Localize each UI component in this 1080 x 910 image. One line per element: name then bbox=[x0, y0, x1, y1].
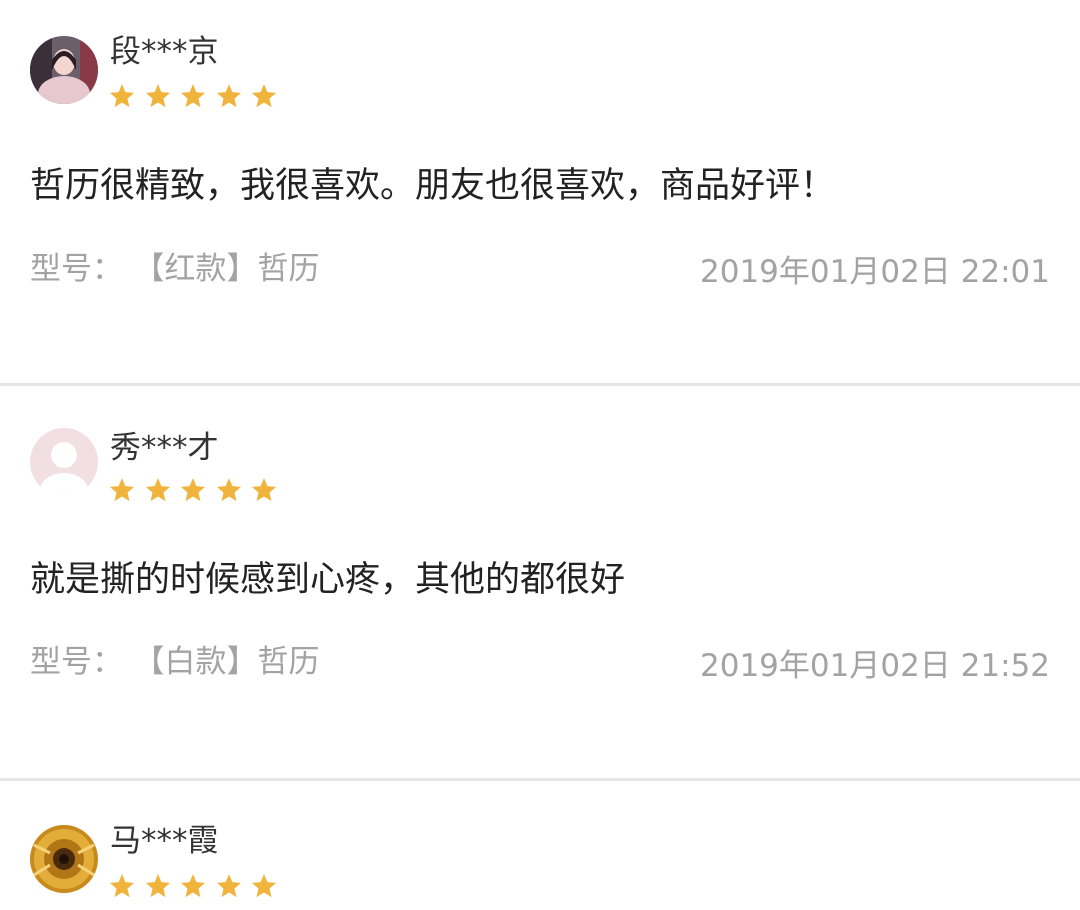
star-icon bbox=[215, 872, 243, 900]
model-value: 【白款】哲历 bbox=[149, 644, 320, 680]
review-content: 就是撕的时候感到心疼，其他的都很好 bbox=[30, 560, 626, 600]
star-icon bbox=[250, 872, 278, 900]
model-value: 【红款】哲历 bbox=[149, 251, 320, 287]
star-icon bbox=[108, 476, 136, 504]
star-icon bbox=[250, 82, 278, 110]
sunflower-photo-avatar-icon bbox=[30, 825, 98, 893]
user-name: 段***京 bbox=[110, 34, 219, 70]
star-icon bbox=[108, 872, 136, 900]
default-user-avatar-icon bbox=[30, 428, 98, 496]
star-icon bbox=[250, 476, 278, 504]
product-model: 型号： 【白款】哲历 bbox=[30, 642, 320, 682]
star-icon bbox=[215, 82, 243, 110]
user-name: 马***霞 bbox=[110, 823, 219, 859]
product-model: 型号： 【红款】哲历 bbox=[30, 249, 320, 289]
star-icon bbox=[144, 872, 172, 900]
user-avatar[interactable] bbox=[30, 36, 98, 104]
user-name: 秀***才 bbox=[110, 430, 219, 466]
star-icon bbox=[144, 476, 172, 504]
star-icon bbox=[179, 476, 207, 504]
star-icon bbox=[215, 476, 243, 504]
star-rating bbox=[108, 82, 286, 114]
star-icon bbox=[179, 872, 207, 900]
user-avatar[interactable] bbox=[30, 428, 98, 496]
model-label: 型号： bbox=[30, 251, 123, 287]
star-icon bbox=[144, 82, 172, 110]
user-avatar[interactable] bbox=[30, 825, 98, 893]
review-item: 马***霞 bbox=[0, 781, 1080, 910]
review-content: 哲历很精致，我很喜欢。朋友也很喜欢，商品好评！ bbox=[30, 166, 836, 206]
review-date: 2019年01月02日 21:52 bbox=[700, 648, 1050, 684]
star-rating bbox=[108, 476, 286, 508]
star-rating bbox=[108, 872, 286, 904]
star-icon bbox=[179, 82, 207, 110]
review-item: 秀***才 就是撕的时候感到心疼，其他的都很好 型号： 【白款】哲历 2019年0… bbox=[0, 386, 1080, 779]
woman-photo-avatar-icon bbox=[30, 36, 98, 104]
review-date: 2019年01月02日 22:01 bbox=[700, 254, 1050, 290]
model-label: 型号： bbox=[30, 644, 123, 680]
review-item: 段***京 哲历很精致，我很喜欢。朋友也很喜欢，商品好评！ 型号： 【红款】哲历 … bbox=[0, 0, 1080, 384]
star-icon bbox=[108, 82, 136, 110]
